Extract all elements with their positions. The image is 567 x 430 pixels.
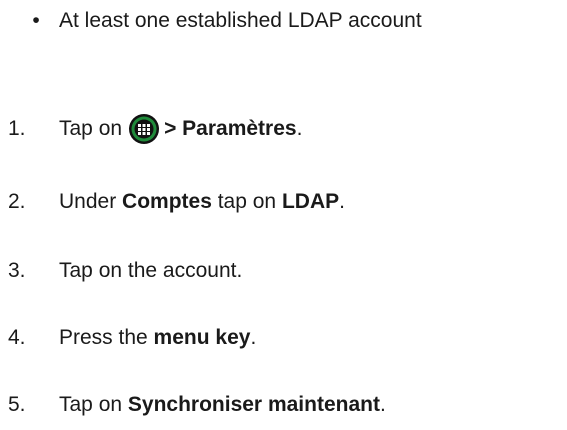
- step-text-bold-comptes: Comptes: [122, 190, 212, 213]
- step-text-post: .: [296, 117, 303, 140]
- step-number: 5.: [8, 393, 26, 416]
- step-number: 4.: [8, 326, 26, 349]
- step-text-bold: menu key: [153, 326, 251, 349]
- step-text: Press the menu key .: [59, 326, 256, 350]
- step-number: 1.: [8, 117, 26, 140]
- step-text: Under Comptes tap on LDAP .: [59, 190, 345, 214]
- step-number: 3.: [8, 259, 26, 282]
- step-text-bold: Synchroniser maintenant: [127, 393, 380, 416]
- step-text-post: .: [379, 393, 386, 416]
- step-text: Tap on the account.: [59, 259, 243, 282]
- step-text: Tap on > Paramètres .: [59, 113, 302, 145]
- step-text-post: .: [339, 190, 345, 213]
- step-text: Tap on Synchroniser maintenant .: [59, 393, 386, 417]
- step-text-bold: > Paramètres: [164, 117, 297, 140]
- prerequisite-text: At least one established LDAP account: [59, 9, 422, 32]
- step-text-pre: Tap on: [59, 393, 128, 416]
- step-text-bold-ldap: LDAP: [281, 190, 340, 213]
- step-text-pre: Under: [59, 190, 123, 213]
- bullet: •: [32, 9, 40, 32]
- step-text-pre: Tap on: [59, 117, 123, 140]
- step-text-post: .: [250, 326, 257, 349]
- apps-grid-icon: [128, 113, 160, 145]
- step-text-pre: Press the: [59, 326, 154, 349]
- step-text-mid: tap on: [211, 190, 282, 213]
- step-number: 2.: [8, 190, 26, 213]
